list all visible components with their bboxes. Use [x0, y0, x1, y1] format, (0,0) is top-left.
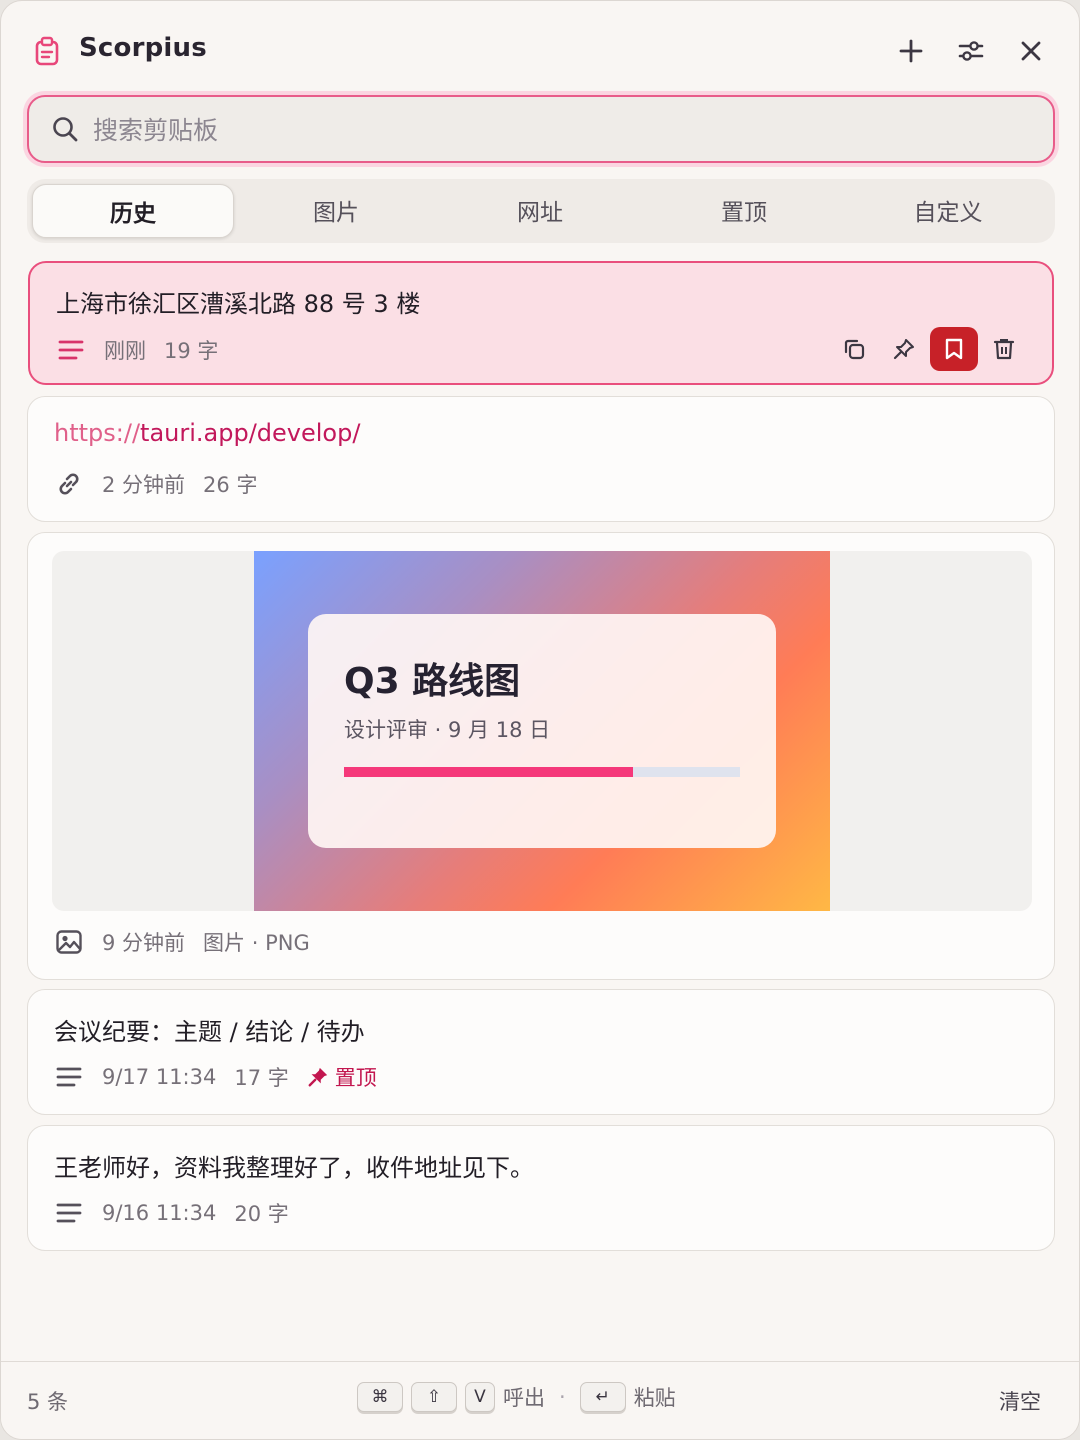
clip-item-pinned[interactable]: 会议纪要：主题 / 结论 / 待办 9/17 11:34 17 字 置顶: [27, 989, 1055, 1115]
app-title: Scorpius: [79, 33, 207, 63]
enter-key: ↵: [579, 1382, 626, 1412]
bookmark-button[interactable]: [930, 327, 978, 371]
clip-content: 上海市徐汇区漕溪北路 88 号 3 楼: [56, 290, 421, 318]
search-box[interactable]: [27, 95, 1055, 163]
clip-time: 刚刚: [104, 339, 146, 363]
search-input[interactable]: [91, 107, 995, 153]
clip-kind: 图片 · PNG: [203, 931, 310, 955]
clip-meta: 9 分钟前 图片 · PNG: [54, 927, 310, 957]
search-icon: [53, 117, 78, 142]
clip-meta: 9/17 11:34 17 字 置顶: [54, 1062, 377, 1092]
clip-item-selected[interactable]: 上海市徐汇区漕溪北路 88 号 3 楼 刚刚 19 字: [28, 261, 1054, 385]
pin-button[interactable]: [880, 327, 928, 371]
image-preview: Q3 路线图 设计评审 · 9 月 18 日: [52, 551, 1032, 911]
image-thumbnail: Q3 路线图 设计评审 · 9 月 18 日: [254, 551, 830, 911]
text-lines-icon: [58, 340, 84, 360]
clip-url: https://tauri.app/develop/: [54, 419, 360, 447]
summon-label: 呼出: [503, 1386, 545, 1410]
clip-actions: [830, 327, 1028, 371]
thumbnail-progress: [344, 767, 740, 777]
tab-history[interactable]: 历史: [32, 184, 234, 238]
add-button[interactable]: [891, 31, 931, 71]
clip-meta: 2 分钟前 26 字: [54, 469, 257, 499]
pinned-label: 置顶: [334, 1066, 377, 1090]
title-bar: Scorpius: [1, 1, 1079, 93]
tab-custom[interactable]: 自定义: [848, 184, 1048, 236]
bookmark-icon: [945, 338, 963, 360]
clipboard-logo-icon: [35, 36, 59, 66]
category-tabs: 历史 图片 网址 置顶 自定义: [27, 179, 1055, 243]
image-icon: [56, 930, 82, 954]
pin-filled-icon: [308, 1067, 327, 1087]
url-scheme: https://: [54, 419, 141, 447]
clip-time: 9/16 11:34: [102, 1201, 217, 1225]
link-icon: [59, 473, 79, 495]
paste-label: 粘贴: [633, 1386, 676, 1410]
copy-button[interactable]: [830, 327, 878, 371]
separator-dot: ·: [559, 1385, 566, 1409]
clear-button[interactable]: 清空: [999, 1386, 1041, 1416]
pinned-badge: 置顶: [307, 1062, 377, 1092]
clip-char-count: 26 字: [203, 473, 258, 497]
tab-images[interactable]: 图片: [236, 184, 436, 236]
thumbnail-subtitle: 设计评审 · 9 月 18 日: [344, 718, 551, 742]
shift-key: ⇧: [411, 1382, 457, 1412]
close-icon: [1021, 41, 1041, 61]
tab-pinned[interactable]: 置顶: [644, 184, 844, 236]
clip-item-url[interactable]: https://tauri.app/develop/ 2 分钟前 26 字: [27, 396, 1055, 522]
clip-item-image[interactable]: Q3 路线图 设计评审 · 9 月 18 日 9 分钟前 图片 · PNG: [27, 532, 1055, 980]
clip-meta: 刚刚 19 字: [56, 335, 218, 365]
delete-button[interactable]: [980, 327, 1028, 371]
clip-char-count: 20 字: [234, 1202, 289, 1226]
clip-time: 2 分钟前: [102, 473, 186, 497]
clipboard-window: Scorpius 搜索剪贴板 历史 图片 网址 置顶 自定义 上海市徐汇区漕溪北…: [0, 0, 1080, 1440]
thumbnail-title: Q3 路线图: [344, 661, 521, 702]
item-count: 5 条: [27, 1390, 69, 1414]
add-icon: [899, 39, 923, 63]
text-lines-icon: [56, 1203, 82, 1223]
thumbnail-card: Q3 路线图 设计评审 · 9 月 18 日: [308, 614, 776, 848]
v-key: V: [465, 1382, 495, 1412]
shortcut-hints: ⌘ ⇧ V 呼出 · ↵ 粘贴: [357, 1382, 676, 1412]
clip-meta: 9/16 11:34 20 字: [54, 1198, 289, 1228]
clip-content: 王老师好，资料我整理好了，收件地址见下。: [54, 1154, 534, 1182]
settings-button[interactable]: [951, 31, 991, 71]
pin-icon: [893, 339, 914, 360]
text-lines-icon: [56, 1067, 82, 1087]
clip-char-count: 17 字: [234, 1066, 289, 1090]
clip-char-count: 19 字: [164, 339, 219, 363]
tab-urls[interactable]: 网址: [440, 184, 640, 236]
sliders-icon: [958, 41, 984, 61]
trash-icon: [993, 339, 1015, 360]
close-button[interactable]: [1011, 31, 1051, 71]
status-bar: 5 条 ⌘ ⇧ V 呼出 · ↵ 粘贴 清空: [1, 1361, 1079, 1439]
thumbnail-progress-fill: [344, 767, 634, 777]
clip-content: 会议纪要：主题 / 结论 / 待办: [54, 1018, 365, 1046]
url-path: tauri.app/develop/: [140, 419, 361, 447]
clip-item[interactable]: 王老师好，资料我整理好了，收件地址见下。 9/16 11:34 20 字: [27, 1125, 1055, 1251]
clip-time: 9 分钟前: [102, 931, 186, 955]
copy-icon: [844, 339, 865, 360]
cmd-key: ⌘: [357, 1382, 403, 1412]
clip-time: 9/17 11:34: [102, 1065, 217, 1089]
